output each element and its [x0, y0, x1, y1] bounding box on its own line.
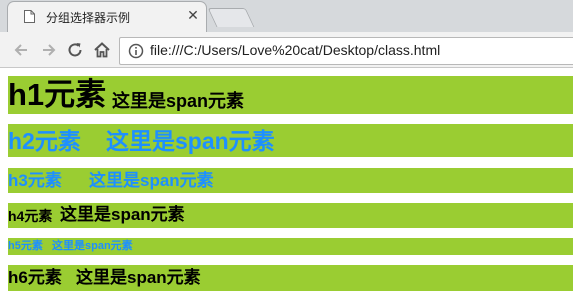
h5-heading: h5元素	[8, 240, 43, 252]
h2-row: h2元素 这里是span元素	[8, 124, 573, 157]
home-icon	[94, 42, 110, 58]
h5-span: 这里是span元素	[52, 240, 133, 252]
browser-tab[interactable]: 分组选择器示例 ✕	[8, 2, 206, 32]
h4-span: 这里是span元素	[60, 205, 185, 224]
back-button[interactable]	[9, 38, 33, 62]
tab-strip: 分组选择器示例 ✕	[0, 0, 573, 32]
url-text[interactable]: file:///C:/Users/Love%20cat/Desktop/clas…	[150, 42, 440, 58]
h2-span: 这里是span元素	[106, 128, 275, 154]
h4-row: h4元素 这里是span元素	[8, 203, 573, 228]
h1-span: 这里是span元素	[112, 91, 245, 111]
h5-row: h5元素 这里是span元素	[8, 238, 573, 255]
h1-heading: h1元素	[8, 77, 107, 112]
forward-button[interactable]	[37, 38, 61, 62]
h4-heading: h4元素	[8, 208, 53, 224]
back-arrow-icon	[14, 44, 27, 56]
tab-title: 分组选择器示例	[46, 11, 131, 25]
info-icon[interactable]	[128, 43, 144, 59]
close-tab-icon[interactable]: ✕	[185, 8, 201, 24]
document-icon	[24, 10, 35, 23]
reload-icon	[68, 43, 82, 57]
h3-row: h3元素 这里是span元素	[8, 168, 573, 193]
address-bar[interactable]: file:///C:/Users/Love%20cat/Desktop/clas…	[119, 37, 573, 65]
h6-span: 这里是span元素	[76, 268, 201, 287]
forward-arrow-icon	[43, 44, 56, 56]
h3-span: 这里是span元素	[89, 171, 214, 190]
browser-toolbar: file:///C:/Users/Love%20cat/Desktop/clas…	[0, 32, 573, 68]
h3-heading: h3元素	[8, 171, 62, 190]
h1-row: h1元素 这里是span元素	[8, 76, 573, 114]
new-tab-button[interactable]	[207, 8, 255, 27]
home-button[interactable]	[90, 38, 114, 62]
page-content: h1元素 这里是span元素 h2元素 这里是span元素 h3元素 这里是sp…	[0, 68, 573, 305]
reload-button[interactable]	[63, 38, 87, 62]
h6-heading: h6元素	[8, 268, 62, 287]
h2-heading: h2元素	[8, 128, 81, 154]
h6-row: h6元素 这里是span元素	[8, 265, 573, 291]
